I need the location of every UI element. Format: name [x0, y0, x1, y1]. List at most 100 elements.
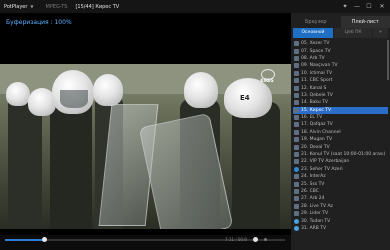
playlist-item[interactable]: 09. Naxçıvan TV: [293, 62, 388, 69]
channel-logo: KIRES: [258, 69, 276, 83]
playlist-item-label: 15. Кирес TV: [301, 107, 332, 113]
playlist-scrollbar[interactable]: [387, 40, 389, 80]
playlist-item-label: 30. Tudan TV: [301, 218, 331, 224]
app-menu-button[interactable]: PotPlayer: [0, 4, 30, 10]
pin-icon[interactable]: ✦: [340, 0, 350, 13]
playlist-subtabs: Основной Цеб ПК +: [293, 28, 388, 38]
playlist-item-label: 12. Kanal S: [301, 85, 327, 91]
playlist-item[interactable]: 07. Space TV: [293, 47, 388, 54]
tv-icon: [294, 115, 299, 121]
playlist-item[interactable]: 17. Qafqaz TV: [293, 121, 388, 128]
helmet-marking: E4: [240, 94, 250, 102]
buffering-status: Буферизация : 100%: [6, 19, 72, 26]
playlist-item[interactable]: 16. EL TV: [293, 114, 388, 121]
playlist-item[interactable]: 13. Qebele TV: [293, 92, 388, 99]
playlist-item-label: 14. Baku TV: [301, 100, 329, 106]
mute-icon[interactable]: [264, 238, 267, 241]
playlist-item-label: 22. VIP TV Azerbaijan: [301, 159, 350, 165]
playlist-item-label: 31. ARB TV: [301, 225, 327, 231]
playlist-item[interactable]: 31. ARB TV: [293, 225, 388, 232]
officer: [232, 102, 280, 229]
video-area[interactable]: Буферизация : 100% KIRES E4: [0, 13, 291, 235]
playlist-item[interactable]: 11. CBC Sport: [293, 77, 388, 84]
tv-icon: [294, 48, 299, 54]
playlist-item[interactable]: 10. Ictimai TV: [293, 70, 388, 77]
control-bar: 7:11 / 00:8: [0, 235, 291, 250]
helmet: [6, 82, 30, 106]
playlist: 05. Xezer TV 07. Space TV 08. Arb TV 09. Na…: [293, 40, 388, 232]
volume-handle[interactable]: [253, 237, 258, 242]
playlist-item[interactable]: 26. CBC: [293, 188, 388, 195]
playlist-item[interactable]: 23. Seher TV Azeri: [293, 166, 388, 173]
tv-icon: [294, 152, 299, 158]
tv-icon: [294, 211, 299, 217]
round-icon: [294, 218, 299, 224]
playlist-item-label: 11. CBC Sport: [301, 78, 333, 84]
tv-icon: [294, 159, 299, 165]
video-frame: [0, 64, 291, 229]
playlist-item-label: 10. Ictimai TV: [301, 70, 333, 76]
panel-tabs: Браузер Плей-лист: [291, 16, 390, 28]
playlist-item[interactable]: 05. Xezer TV: [293, 40, 388, 47]
playlist-item-label: 25. Sss TV: [301, 181, 325, 187]
add-tab-button[interactable]: +: [373, 28, 388, 38]
tv-icon: [294, 122, 299, 128]
tv-icon: [294, 137, 299, 143]
format-tab[interactable]: MPEG-TS: [42, 4, 72, 10]
playlist-panel: Браузер Плей-лист Основной Цеб ПК + 05. …: [291, 13, 390, 250]
playlist-item[interactable]: 24. InterAz: [293, 173, 388, 180]
playlist-item-label: 08. Arb TV: [301, 55, 325, 61]
playlist-item[interactable]: 21. Konul TV (saat 10:00-01:00 arası): [293, 151, 388, 158]
subtab-main[interactable]: Основной: [293, 28, 333, 38]
tv-icon: [294, 41, 299, 47]
playlist-item[interactable]: 30. Tudan TV: [293, 217, 388, 224]
playlist-item-label: 18. Alvin Channel: [301, 129, 341, 135]
playlist-item[interactable]: 29. Lider TV: [293, 210, 388, 217]
tv-icon: [294, 85, 299, 91]
seek-progress: [5, 239, 45, 241]
seek-handle[interactable]: [42, 237, 48, 242]
chevron-down-icon[interactable]: ▼: [30, 4, 33, 9]
tv-icon: [294, 181, 299, 187]
tv-icon: [294, 196, 299, 202]
tv-icon: [294, 70, 299, 76]
tv-icon: [294, 174, 299, 180]
tv-icon: [294, 100, 299, 106]
playlist-item-label: 20. Dexal TV: [301, 144, 330, 150]
playlist-item[interactable]: 19. Mugan TV: [293, 136, 388, 143]
tv-icon: [294, 189, 299, 194]
tv-icon: [294, 203, 299, 209]
playlist-item-label: 24. InterAz: [301, 174, 326, 180]
minimize-button[interactable]: —: [352, 0, 362, 13]
maximize-button[interactable]: ☐: [364, 0, 374, 13]
playlist-item-label: 27. Arb 24: [301, 196, 325, 202]
playlist-item-label: 09. Naxçıvan TV: [301, 63, 338, 69]
tab-playlist[interactable]: Плей-лист: [340, 16, 390, 28]
title-bar: PotPlayer ▼ MPEG-TS [15/44] Кирес TV ✦ —…: [0, 0, 390, 13]
close-button[interactable]: ✕: [377, 0, 387, 13]
playlist-item[interactable]: 14. Baku TV: [293, 99, 388, 106]
now-playing-title: [15/44] Кирес TV: [75, 3, 120, 10]
playlist-item[interactable]: 18. Alvin Channel: [293, 129, 388, 136]
tab-browser[interactable]: Браузер: [291, 16, 341, 28]
playlist-item[interactable]: 28. Live TV Az: [293, 203, 388, 210]
officer: [50, 96, 92, 229]
playlist-item-label: 13. Qebele TV: [301, 92, 333, 98]
playlist-item[interactable]: 12. Kanal S: [293, 84, 388, 91]
playlist-item-label: 19. Mugan TV: [301, 137, 333, 143]
playlist-item[interactable]: 22. VIP TV Azerbaijan: [293, 158, 388, 165]
time-display: 7:11 / 00:8: [225, 237, 247, 242]
playlist-item[interactable]: 15. Кирес TV: [293, 106, 388, 114]
playlist-item-label: 29. Lider TV: [301, 211, 329, 217]
playlist-item-label: 07. Space TV: [301, 48, 331, 54]
playlist-item[interactable]: 27. Arb 24: [293, 195, 388, 202]
helmet: [184, 72, 218, 108]
tv-icon: [294, 144, 299, 150]
channel-logo-text: KIRES: [260, 78, 274, 83]
playlist-item[interactable]: 20. Dexal TV: [293, 143, 388, 150]
playlist-item[interactable]: 08. Arb TV: [293, 55, 388, 62]
tv-icon: [294, 129, 299, 135]
subtab-pc[interactable]: Цеб ПК: [334, 28, 372, 38]
playlist-item-label: 23. Seher TV Azeri: [301, 166, 343, 172]
playlist-item[interactable]: 25. Sss TV: [293, 180, 388, 187]
